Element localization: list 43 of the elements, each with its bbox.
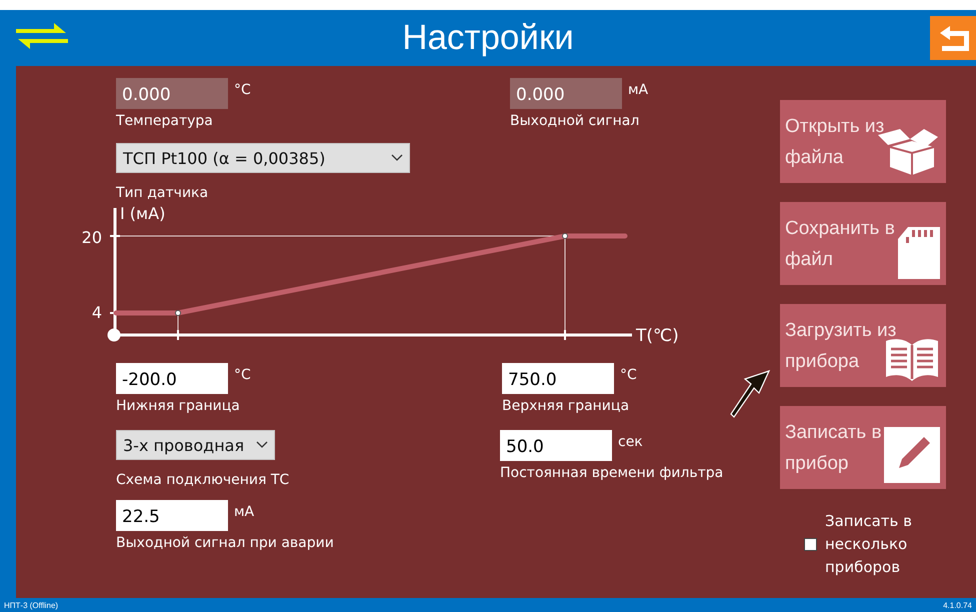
chevron-down-icon <box>256 441 268 449</box>
field-label: Тип датчика <box>116 185 210 201</box>
swap-icon <box>16 23 68 49</box>
number-field[interactable]: -200.0 <box>116 363 228 394</box>
unit-label: °C <box>234 367 251 383</box>
dropdown[interactable]: 3-х проводная <box>116 430 275 460</box>
axis-label: T(℃) <box>636 326 679 346</box>
book-icon <box>884 337 940 381</box>
action-button[interactable]: Сохранить в файл <box>780 202 946 285</box>
device-status: НПТ-3 (Offline) <box>4 600 58 610</box>
number-field[interactable]: 750.0 <box>502 363 614 394</box>
field-label: Выходной сигнал <box>510 113 640 129</box>
action-button[interactable]: Загрузить из прибора <box>780 304 946 387</box>
field-label: Выходной сигнал при аварии <box>116 535 335 551</box>
point-marker <box>562 233 568 239</box>
memory-card-icon <box>898 227 940 279</box>
sensor-dropdown[interactable]: ТСП Pt100 (α = 0,00385) <box>116 143 410 173</box>
cursor-icon <box>729 370 771 418</box>
tick-label: 4 <box>92 303 102 322</box>
unit-label: мА <box>234 504 254 520</box>
version-label: 4.1.0.74 <box>943 600 972 610</box>
unit-label: мА <box>628 82 648 98</box>
axis-label: I (мА) <box>120 204 166 223</box>
tick-label: 20 <box>82 228 102 247</box>
number-field[interactable]: 50.0 <box>500 430 612 461</box>
unit-label: °C <box>234 82 251 98</box>
field-label: Постоянная времени фильтра <box>500 465 724 481</box>
field-label: Нижняя граница <box>116 398 241 414</box>
unit-label: сек <box>618 434 643 450</box>
checkbox-label: Записать в несколько приборов <box>825 511 913 578</box>
action-button[interactable]: Записать в прибор <box>780 406 946 489</box>
back-button[interactable] <box>930 16 976 60</box>
field-label: Схема подключения ТС <box>116 472 290 488</box>
pencil-icon <box>884 427 940 483</box>
field-label: Верхняя граница <box>502 398 630 414</box>
field-label: Температура <box>116 113 214 129</box>
number-field[interactable]: 22.5 <box>116 500 228 531</box>
action-button[interactable]: Открыть из файла <box>780 100 946 183</box>
page-title: Настройки <box>402 18 574 58</box>
checkbox[interactable] <box>804 538 817 551</box>
point-marker <box>175 310 181 316</box>
unit-label: °C <box>620 367 637 383</box>
chevron-down-icon <box>391 154 403 162</box>
